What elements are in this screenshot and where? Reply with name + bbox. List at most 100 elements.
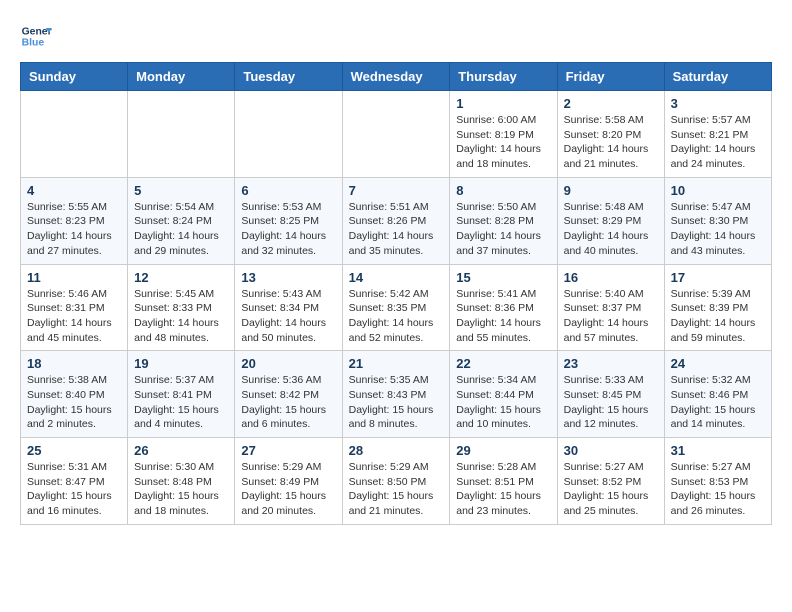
calendar-cell: 30 Sunrise: 5:27 AM Sunset: 8:52 PM Dayli…	[557, 438, 664, 525]
calendar-cell: 24 Sunrise: 5:32 AM Sunset: 8:46 PM Dayli…	[664, 351, 771, 438]
day-number: 8	[456, 183, 550, 198]
day-info: Sunrise: 5:34 AM Sunset: 8:44 PM Dayligh…	[456, 373, 550, 432]
calendar-cell: 18 Sunrise: 5:38 AM Sunset: 8:40 PM Dayli…	[21, 351, 128, 438]
page-header: General Blue	[20, 20, 772, 52]
day-info: Sunrise: 5:46 AM Sunset: 8:31 PM Dayligh…	[27, 287, 121, 346]
day-number: 11	[27, 270, 121, 285]
calendar-cell: 11 Sunrise: 5:46 AM Sunset: 8:31 PM Dayli…	[21, 264, 128, 351]
day-info: Sunrise: 5:53 AM Sunset: 8:25 PM Dayligh…	[241, 200, 335, 259]
calendar-cell	[21, 91, 128, 178]
day-number: 17	[671, 270, 765, 285]
calendar-cell: 5Sunrise: 5:54 AM Sunset: 8:24 PM Daylig…	[128, 177, 235, 264]
day-number: 9	[564, 183, 658, 198]
calendar-header-friday: Friday	[557, 63, 664, 91]
calendar-cell	[235, 91, 342, 178]
logo: General Blue	[20, 20, 56, 52]
day-number: 22	[456, 356, 550, 371]
day-info: Sunrise: 5:55 AM Sunset: 8:23 PM Dayligh…	[27, 200, 121, 259]
logo-icon: General Blue	[20, 20, 52, 52]
day-number: 25	[27, 443, 121, 458]
day-info: Sunrise: 5:48 AM Sunset: 8:29 PM Dayligh…	[564, 200, 658, 259]
day-number: 26	[134, 443, 228, 458]
day-info: Sunrise: 5:50 AM Sunset: 8:28 PM Dayligh…	[456, 200, 550, 259]
day-number: 5	[134, 183, 228, 198]
day-info: Sunrise: 5:38 AM Sunset: 8:40 PM Dayligh…	[27, 373, 121, 432]
calendar-cell: 10 Sunrise: 5:47 AM Sunset: 8:30 PM Dayli…	[664, 177, 771, 264]
calendar-cell: 22 Sunrise: 5:34 AM Sunset: 8:44 PM Dayli…	[450, 351, 557, 438]
calendar-cell: 8 Sunrise: 5:50 AM Sunset: 8:28 PM Daylig…	[450, 177, 557, 264]
day-number: 27	[241, 443, 335, 458]
day-number: 20	[241, 356, 335, 371]
calendar-cell: 21Sunrise: 5:35 AM Sunset: 8:43 PM Dayli…	[342, 351, 450, 438]
day-info: Sunrise: 5:33 AM Sunset: 8:45 PM Dayligh…	[564, 373, 658, 432]
day-info: Sunrise: 5:51 AM Sunset: 8:26 PM Dayligh…	[349, 200, 444, 259]
calendar-cell: 19 Sunrise: 5:37 AM Sunset: 8:41 PM Dayli…	[128, 351, 235, 438]
day-info: Sunrise: 5:47 AM Sunset: 8:30 PM Dayligh…	[671, 200, 765, 259]
day-info: Sunrise: 5:27 AM Sunset: 8:52 PM Dayligh…	[564, 460, 658, 519]
calendar-cell: 15 Sunrise: 5:41 AM Sunset: 8:36 PM Dayli…	[450, 264, 557, 351]
day-info: Sunrise: 5:45 AM Sunset: 8:33 PM Dayligh…	[134, 287, 228, 346]
svg-text:Blue: Blue	[22, 38, 45, 49]
day-number: 15	[456, 270, 550, 285]
day-info: Sunrise: 5:31 AM Sunset: 8:47 PM Dayligh…	[27, 460, 121, 519]
calendar-cell: 7 Sunrise: 5:51 AM Sunset: 8:26 PM Daylig…	[342, 177, 450, 264]
calendar-header-thursday: Thursday	[450, 63, 557, 91]
calendar-cell: 23 Sunrise: 5:33 AM Sunset: 8:45 PM Dayli…	[557, 351, 664, 438]
day-info: Sunrise: 5:42 AM Sunset: 8:35 PM Dayligh…	[349, 287, 444, 346]
calendar-cell: 12Sunrise: 5:45 AM Sunset: 8:33 PM Dayli…	[128, 264, 235, 351]
day-number: 13	[241, 270, 335, 285]
calendar-cell: 29 Sunrise: 5:28 AM Sunset: 8:51 PM Dayli…	[450, 438, 557, 525]
day-info: Sunrise: 5:43 AM Sunset: 8:34 PM Dayligh…	[241, 287, 335, 346]
calendar-header-saturday: Saturday	[664, 63, 771, 91]
calendar-week-4: 18 Sunrise: 5:38 AM Sunset: 8:40 PM Dayli…	[21, 351, 772, 438]
calendar-cell: 31Sunrise: 5:27 AM Sunset: 8:53 PM Dayli…	[664, 438, 771, 525]
day-info: Sunrise: 5:29 AM Sunset: 8:49 PM Dayligh…	[241, 460, 335, 519]
day-info: Sunrise: 5:28 AM Sunset: 8:51 PM Dayligh…	[456, 460, 550, 519]
calendar-cell: 28Sunrise: 5:29 AM Sunset: 8:50 PM Dayli…	[342, 438, 450, 525]
calendar-cell: 20 Sunrise: 5:36 AM Sunset: 8:42 PM Dayli…	[235, 351, 342, 438]
calendar-table: SundayMondayTuesdayWednesdayThursdayFrid…	[20, 62, 772, 525]
calendar-cell: 26 Sunrise: 5:30 AM Sunset: 8:48 PM Dayli…	[128, 438, 235, 525]
calendar-header-monday: Monday	[128, 63, 235, 91]
day-info: Sunrise: 5:27 AM Sunset: 8:53 PM Dayligh…	[671, 460, 765, 519]
day-info: Sunrise: 5:32 AM Sunset: 8:46 PM Dayligh…	[671, 373, 765, 432]
calendar-header-sunday: Sunday	[21, 63, 128, 91]
day-info: Sunrise: 5:58 AM Sunset: 8:20 PM Dayligh…	[564, 113, 658, 172]
day-number: 24	[671, 356, 765, 371]
day-number: 1	[456, 96, 550, 111]
calendar-cell: 16 Sunrise: 5:40 AM Sunset: 8:37 PM Dayli…	[557, 264, 664, 351]
day-info: Sunrise: 5:40 AM Sunset: 8:37 PM Dayligh…	[564, 287, 658, 346]
calendar-header-tuesday: Tuesday	[235, 63, 342, 91]
day-number: 2	[564, 96, 658, 111]
day-info: Sunrise: 5:41 AM Sunset: 8:36 PM Dayligh…	[456, 287, 550, 346]
calendar-cell	[128, 91, 235, 178]
calendar-week-5: 25 Sunrise: 5:31 AM Sunset: 8:47 PM Dayli…	[21, 438, 772, 525]
day-number: 6	[241, 183, 335, 198]
day-number: 16	[564, 270, 658, 285]
calendar-cell: 17 Sunrise: 5:39 AM Sunset: 8:39 PM Dayli…	[664, 264, 771, 351]
day-info: Sunrise: 5:39 AM Sunset: 8:39 PM Dayligh…	[671, 287, 765, 346]
calendar-week-2: 4Sunrise: 5:55 AM Sunset: 8:23 PM Daylig…	[21, 177, 772, 264]
day-info: Sunrise: 5:57 AM Sunset: 8:21 PM Dayligh…	[671, 113, 765, 172]
calendar-cell: 1 Sunrise: 6:00 AM Sunset: 8:19 PM Daylig…	[450, 91, 557, 178]
calendar-cell	[342, 91, 450, 178]
day-info: Sunrise: 5:36 AM Sunset: 8:42 PM Dayligh…	[241, 373, 335, 432]
day-info: Sunrise: 5:30 AM Sunset: 8:48 PM Dayligh…	[134, 460, 228, 519]
day-number: 19	[134, 356, 228, 371]
day-number: 7	[349, 183, 444, 198]
calendar-cell: 3 Sunrise: 5:57 AM Sunset: 8:21 PM Daylig…	[664, 91, 771, 178]
day-number: 30	[564, 443, 658, 458]
day-number: 18	[27, 356, 121, 371]
day-info: Sunrise: 6:00 AM Sunset: 8:19 PM Dayligh…	[456, 113, 550, 172]
calendar-header-wednesday: Wednesday	[342, 63, 450, 91]
day-number: 29	[456, 443, 550, 458]
calendar-week-3: 11 Sunrise: 5:46 AM Sunset: 8:31 PM Dayli…	[21, 264, 772, 351]
calendar-cell: 9 Sunrise: 5:48 AM Sunset: 8:29 PM Daylig…	[557, 177, 664, 264]
day-number: 23	[564, 356, 658, 371]
day-number: 10	[671, 183, 765, 198]
calendar-cell: 27 Sunrise: 5:29 AM Sunset: 8:49 PM Dayli…	[235, 438, 342, 525]
calendar-header-row: SundayMondayTuesdayWednesdayThursdayFrid…	[21, 63, 772, 91]
day-number: 3	[671, 96, 765, 111]
day-number: 14	[349, 270, 444, 285]
day-info: Sunrise: 5:37 AM Sunset: 8:41 PM Dayligh…	[134, 373, 228, 432]
